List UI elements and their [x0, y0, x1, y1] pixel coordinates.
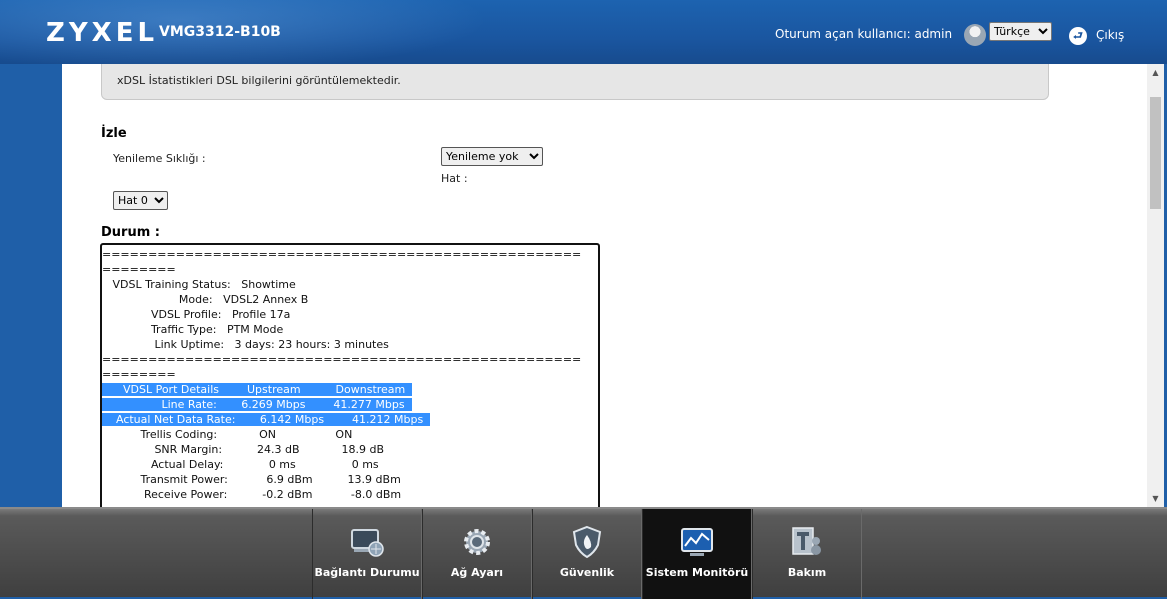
scroll-thumb[interactable]: [1150, 97, 1161, 209]
nav-connection-status[interactable]: Bağlantı Durumu: [312, 509, 422, 599]
line-label: Hat :: [441, 172, 468, 185]
status-line: ========================================…: [102, 248, 582, 261]
refresh-interval-label: Yenileme Sıklığı :: [113, 152, 206, 165]
status-line: Actual Delay: 0 ms 0 ms: [102, 458, 379, 471]
refresh-interval-select[interactable]: Yenileme yok: [441, 147, 543, 166]
selected-status-line: Actual Net Data Rate: 6.142 Mbps 41.212 …: [102, 413, 431, 426]
monitor-section-title: İzle: [101, 126, 127, 141]
device-model: VMG3312-B10B: [159, 24, 281, 40]
page-scrollbar[interactable]: ▲ ▼: [1147, 64, 1164, 507]
nav-label: Güvenlik: [559, 566, 615, 579]
main-content: xDSL İstatistikleri DSL bilgilerini görü…: [62, 64, 1147, 507]
logout-icon[interactable]: ⮐: [1069, 27, 1087, 45]
top-header: ZYXEL VMG3312-B10B Oturum açan kullanıcı…: [0, 0, 1167, 64]
nav-maintenance[interactable]: Bakım: [752, 509, 862, 599]
nav-label: Bağlantı Durumu: [314, 566, 420, 579]
nav-security[interactable]: Güvenlik: [532, 509, 642, 599]
security-icon: [572, 525, 602, 559]
status-line: Trellis Coding: ON ON: [102, 428, 353, 441]
info-message: xDSL İstatistikleri DSL bilgilerini görü…: [117, 74, 401, 87]
system-monitor-icon: [681, 528, 713, 556]
scroll-up-arrow-icon[interactable]: ▲: [1147, 64, 1164, 81]
status-line: Link Uptime: 3 days: 23 hours: 3 minutes: [102, 338, 389, 351]
nav-label: Sistem Monitörü: [645, 566, 749, 579]
info-banner: xDSL İstatistikleri DSL bilgilerini görü…: [101, 64, 1049, 100]
status-textarea[interactable]: ========================================…: [100, 243, 600, 507]
nav-network-settings[interactable]: Ağ Ayarı: [422, 509, 532, 599]
network-settings-icon: [464, 529, 490, 555]
line-select[interactable]: Hat 0: [113, 191, 168, 210]
maintenance-icon: [792, 527, 821, 555]
status-line: SNR Margin: 24.3 dB 18.9 dB: [102, 443, 385, 456]
status-text: ========================================…: [102, 245, 598, 502]
nav-label: Bakım: [787, 566, 827, 579]
nav-label: Ağ Ayarı: [450, 566, 504, 579]
status-line: Receive Power: -0.2 dBm -8.0 dBm: [102, 488, 402, 501]
status-line: Transmit Power: 6.9 dBm 13.9 dBm: [102, 473, 401, 486]
connection-status-icon: [351, 529, 384, 557]
status-line: VDSL Profile: Profile 17a: [102, 308, 291, 321]
brand-logo: ZYXEL: [46, 18, 159, 48]
status-line: VDSL Training Status: Showtime: [102, 278, 296, 291]
status-line: Traffic Type: PTM Mode: [102, 323, 284, 336]
logged-in-user-text: Oturum açan kullanıcı: admin: [775, 27, 953, 41]
status-line: ========================================…: [102, 353, 582, 366]
status-line: Mode: VDSL2 Annex B: [102, 293, 309, 306]
status-line: ========: [102, 263, 176, 276]
bottom-navigation: Bağlantı Durumu Ağ Ayarı Güvenlik Sistem…: [0, 507, 1167, 599]
selected-status-line: Line Rate: 6.269 Mbps 41.277 Mbps: [102, 398, 412, 411]
scroll-down-arrow-icon[interactable]: ▼: [1147, 490, 1164, 507]
selected-status-line: VDSL Port Details Upstream Downstream: [102, 383, 413, 396]
language-select[interactable]: Türkçe: [989, 22, 1052, 41]
nav-system-monitor[interactable]: Sistem Monitörü: [642, 509, 752, 599]
status-line: ========: [102, 368, 176, 381]
user-avatar-icon: [964, 24, 986, 46]
logout-link[interactable]: Çıkış: [1096, 28, 1124, 42]
status-title: Durum :: [101, 225, 160, 240]
